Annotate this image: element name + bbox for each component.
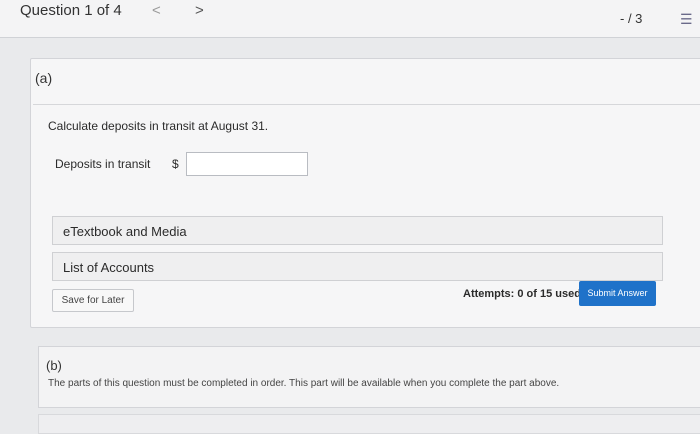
next-question-icon[interactable]: > xyxy=(195,2,204,19)
part-b-panel xyxy=(38,346,700,408)
score-display: - / 3 xyxy=(620,11,643,26)
attempts-text: Attempts: 0 of 15 used xyxy=(463,288,581,300)
question-text: Calculate deposits in transit at August … xyxy=(48,119,269,133)
deposits-in-transit-label: Deposits in transit xyxy=(55,157,151,171)
part-b-locked-note: The parts of this question must be compl… xyxy=(48,378,560,389)
next-panel-edge xyxy=(38,414,700,434)
etextbook-and-media-link[interactable]: eTextbook and Media xyxy=(52,216,663,245)
divider xyxy=(33,104,700,105)
question-header: Question 1 of 4 < > - / 3 ☰ xyxy=(0,0,700,38)
submit-answer-button[interactable]: Submit Answer xyxy=(579,281,656,306)
part-a-label: (a) xyxy=(35,70,53,86)
question-list-icon[interactable]: ☰ xyxy=(680,11,693,28)
list-of-accounts-link[interactable]: List of Accounts xyxy=(52,252,663,281)
save-for-later-button[interactable]: Save for Later xyxy=(52,289,134,312)
previous-question-icon[interactable]: < xyxy=(152,2,161,19)
deposits-in-transit-input[interactable] xyxy=(186,152,308,176)
attempts-counter: Attempts: 0 of 15 used xyxy=(463,288,581,300)
question-counter: Question 1 of 4 xyxy=(20,2,122,19)
part-b-label: (b) xyxy=(46,358,62,373)
currency-symbol: $ xyxy=(172,157,179,171)
